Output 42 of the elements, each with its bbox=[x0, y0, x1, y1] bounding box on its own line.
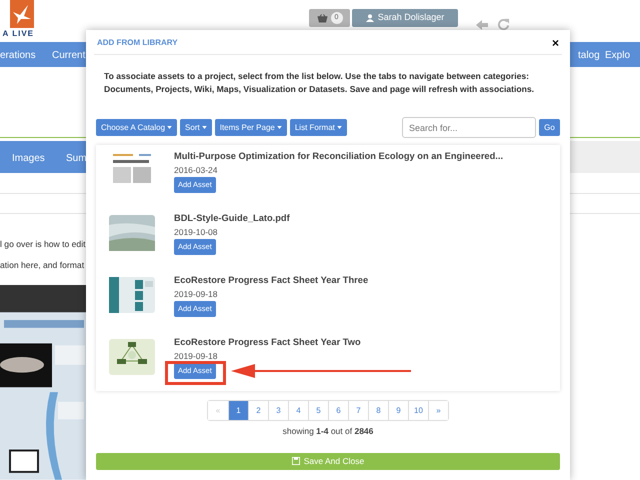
caret-icon bbox=[202, 126, 207, 129]
dropdown-button[interactable]: Sort bbox=[180, 119, 212, 136]
tab-link[interactable]: Images bbox=[12, 151, 45, 166]
tab-link[interactable]: Sum bbox=[66, 151, 87, 166]
user-icon bbox=[366, 14, 374, 22]
nav-link[interactable]: Explo bbox=[605, 48, 630, 63]
asset-title: EcoRestore Progress Fact Sheet Year Three bbox=[174, 274, 368, 287]
user-button[interactable]: Sarah Dolislager bbox=[352, 9, 458, 27]
body-text: l go over is how to edit bbox=[0, 238, 86, 252]
logo-text: A LIVE bbox=[2, 29, 34, 39]
nav-link[interactable]: Current bbox=[52, 48, 86, 63]
highlight-box bbox=[165, 361, 226, 385]
basket-icon bbox=[316, 14, 328, 22]
refresh-icon bbox=[497, 18, 510, 31]
save-and-close-button[interactable]: Save And Close bbox=[96, 452, 560, 470]
asset-date: 2019-10-08 bbox=[174, 226, 218, 238]
logo-icon bbox=[10, 0, 34, 28]
caret-icon bbox=[336, 126, 342, 129]
caret-icon bbox=[276, 126, 282, 129]
go-button[interactable]: Go bbox=[539, 119, 560, 136]
caret-icon bbox=[167, 126, 172, 129]
instructions-text: To associate assets to a project, select from the list below. Use the tabs to navigate between categories: Documents, Projects, Wiki, Maps, Visualization or Datasets. Save and page will refresh with associations. bbox=[104, 70, 536, 96]
asset-date: 2019-09-18 bbox=[174, 350, 218, 362]
back-arrow-icon bbox=[475, 19, 489, 31]
asset-title: Multi-Purpose Optimization for Reconciliation Ecology on an Engineered... bbox=[174, 150, 504, 163]
asset-date: 2019-09-18 bbox=[174, 288, 218, 300]
asset-title: EcoRestore Progress Fact Sheet Year Two bbox=[174, 336, 361, 349]
page-link[interactable]: 1 bbox=[228, 401, 248, 420]
page-link[interactable]: » bbox=[428, 401, 448, 420]
nav-link[interactable]: erations bbox=[0, 48, 36, 63]
dropdown-button[interactable]: List Format bbox=[290, 119, 347, 136]
results-summary: showing 1-4 out of 2846 bbox=[282, 425, 374, 438]
search-field[interactable]: Search for... bbox=[402, 117, 536, 138]
dialog-title: ADD FROM LIBRARY bbox=[97, 37, 178, 49]
nav-link[interactable]: talog bbox=[578, 48, 600, 63]
dropdown-button[interactable]: Choose A Catalog bbox=[96, 119, 178, 136]
dropdown-button[interactable]: Items Per Page bbox=[214, 119, 287, 136]
close-button[interactable]: × bbox=[552, 37, 559, 49]
asset-title: BDL-Style-Guide_Lato.pdf bbox=[174, 212, 290, 225]
body-text: ation here, and format bbox=[0, 259, 84, 272]
asset-date: 2016-03-24 bbox=[174, 164, 218, 176]
arrow-icon bbox=[231, 364, 411, 378]
